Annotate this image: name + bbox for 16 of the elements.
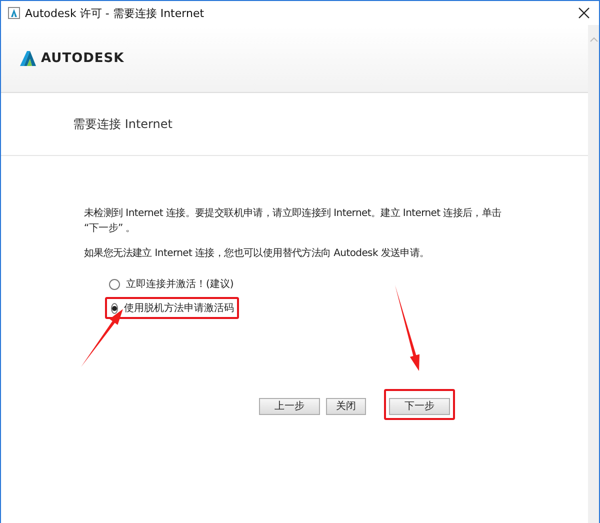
option-label[interactable]: 使用脱机方法申请激活码 bbox=[124, 301, 234, 315]
logo-icon bbox=[20, 51, 36, 66]
close-icon bbox=[578, 7, 590, 19]
scroll-up-icon bbox=[590, 37, 598, 42]
option-label[interactable]: 立即连接并激活！(建议) bbox=[126, 277, 234, 291]
window-title: Autodesk 许可 - 需要连接 Internet bbox=[25, 6, 206, 20]
radio-button[interactable] bbox=[109, 278, 120, 290]
dialog-button[interactable]: 关闭 bbox=[326, 398, 366, 414]
radio-button[interactable] bbox=[111, 302, 118, 314]
app-icon bbox=[8, 7, 20, 19]
logo-text: AUTODESK bbox=[41, 51, 124, 66]
page-heading: 需要连接 Internet bbox=[73, 116, 172, 132]
dialog-button[interactable]: 上一步 bbox=[259, 398, 320, 414]
dialog-button[interactable]: 下一步 bbox=[389, 398, 450, 414]
info-text: 未检测到 Internet 连接。要提交联机申请，请立即连接到 Internet。建立 Internet 连接后，单击 “下一步” 。 bbox=[84, 206, 502, 236]
info-text: 如果您无法建立 Internet 连接，您也可以使用替代方法向 Autodesk 发送申请。 bbox=[84, 246, 430, 261]
